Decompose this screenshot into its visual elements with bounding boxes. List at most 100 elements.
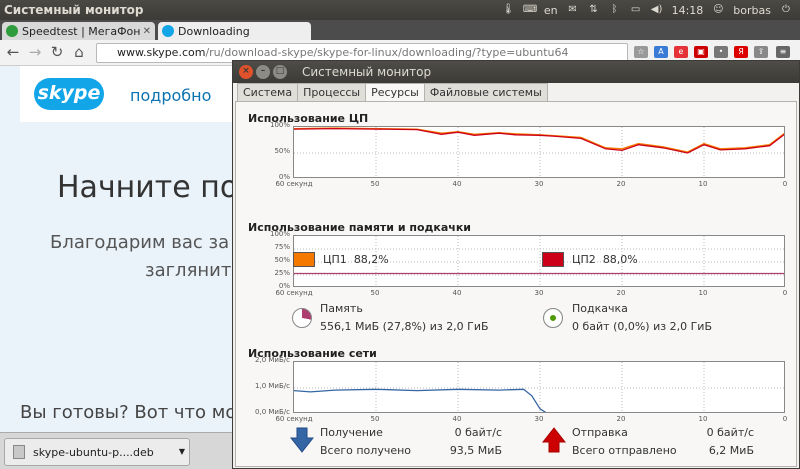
- y-tick-label: 50%: [274, 147, 290, 155]
- y-tick-label: 1,0 МиБ/с: [255, 382, 290, 390]
- network-icon[interactable]: ⇅: [588, 4, 600, 16]
- yandex-icon[interactable]: Я: [734, 46, 748, 58]
- x-tick-label: 20: [616, 180, 626, 188]
- page-heading: Начните пол: [57, 170, 258, 205]
- back-icon[interactable]: ←: [4, 43, 22, 61]
- x-tick-label: 40: [452, 289, 462, 297]
- url-path: /ru/download-skype/skype-for-linux/downl…: [205, 46, 569, 59]
- y-tick-label: 2,0 МиБ/с: [255, 356, 290, 364]
- top-panel: Системный монитор 🌡 ⌨ en ✉ ⇅ ᛒ ▭ ◀) 14:1…: [0, 0, 800, 20]
- receive-rate: 0 байт/с: [454, 426, 502, 439]
- thermometer-icon[interactable]: 🌡: [502, 4, 515, 16]
- tab-filesystems[interactable]: Файловые системы: [423, 83, 548, 101]
- tab-speedtest[interactable]: Speedtest | МегаФон ✕: [2, 22, 155, 40]
- user-name[interactable]: borbas: [733, 4, 771, 17]
- close-icon[interactable]: ×: [239, 65, 253, 79]
- keyboard-layout[interactable]: en: [544, 4, 558, 17]
- user-icon[interactable]: ☺: [712, 4, 724, 16]
- x-tick-label: 60 секунд: [275, 289, 313, 297]
- url-domain: www.skype.com: [117, 46, 206, 59]
- close-icon[interactable]: ✕: [143, 26, 151, 37]
- graph-net: [293, 361, 785, 413]
- home-icon[interactable]: ⌂: [70, 43, 88, 61]
- nav-link-details[interactable]: подробно: [130, 86, 211, 105]
- send-total: 6,2 МиБ: [708, 444, 754, 457]
- gift-icon[interactable]: ▣: [694, 46, 708, 58]
- active-window-title: Системный монитор: [4, 3, 144, 17]
- x-tick-label: 20: [616, 415, 626, 423]
- reload-icon[interactable]: ↻: [48, 43, 66, 61]
- cpu2-value: 88,0%: [602, 253, 638, 266]
- minimize-icon[interactable]: –: [256, 65, 270, 79]
- x-tick-label: 30: [534, 289, 544, 297]
- forward-icon[interactable]: →: [26, 43, 44, 61]
- upload-arrow-icon: [542, 427, 566, 453]
- chevron-down-icon[interactable]: ▼: [179, 447, 185, 456]
- power-icon[interactable]: ⏻: [780, 4, 792, 16]
- window-titlebar[interactable]: × – □ Системный монитор: [233, 61, 799, 83]
- y-tick-label: 100%: [269, 121, 290, 129]
- memory-value: 556,1 МиБ (27,8%) из 2,0 ГиБ: [320, 320, 489, 333]
- x-tick-label: 50: [370, 289, 380, 297]
- x-tick-label: 10: [698, 415, 708, 423]
- x-tick-label: 40: [452, 180, 462, 188]
- bluetooth-icon[interactable]: ᛒ: [609, 4, 621, 16]
- cpu1-color-swatch[interactable]: [293, 252, 315, 267]
- keyboard-icon[interactable]: ⌨: [523, 4, 537, 16]
- cpu2-color-swatch[interactable]: [542, 252, 564, 267]
- battery-icon[interactable]: ▭: [630, 4, 642, 16]
- system-monitor-window: × – □ Системный монитор Система Процессы…: [232, 60, 800, 469]
- menu-icon[interactable]: ≡: [776, 46, 790, 58]
- cpu1-value: 88,2%: [353, 253, 389, 266]
- megafon-icon: [6, 25, 18, 37]
- page-text: Благодарим вас за: [50, 232, 230, 253]
- file-icon: [13, 445, 25, 459]
- tab-bar: Система Процессы Ресурсы Файловые систем…: [237, 83, 548, 103]
- tab-processes[interactable]: Процессы: [297, 83, 367, 101]
- skype-icon: [162, 25, 174, 37]
- volume-icon[interactable]: ◀): [651, 4, 663, 16]
- memory-label: Память: [320, 302, 363, 315]
- tab-resources[interactable]: Ресурсы: [365, 83, 425, 103]
- extension-icon[interactable]: ⇪: [754, 46, 768, 58]
- send-rate: 0 байт/с: [706, 426, 754, 439]
- x-tick-label: 40: [452, 415, 462, 423]
- y-tick-label: 50%: [274, 256, 290, 264]
- x-tick-label: 0: [782, 415, 788, 423]
- x-tick-label: 30: [534, 180, 544, 188]
- cpu1-legend: ЦП1 88,2%: [293, 252, 389, 267]
- clock[interactable]: 14:18: [672, 4, 704, 17]
- swap-label: Подкачка: [572, 302, 628, 315]
- x-tick-label: 60 секунд: [275, 180, 313, 188]
- download-item[interactable]: skype-ubuntu-p....deb ▼: [4, 438, 190, 466]
- y-tick-label: 25%: [274, 269, 290, 277]
- tab-label: Downloading: [178, 24, 250, 38]
- download-arrow-icon: [290, 427, 314, 453]
- cpu1-label: ЦП1: [323, 253, 347, 266]
- bookmark-icon[interactable]: ☆: [634, 46, 648, 58]
- x-tick-label: 10: [698, 180, 708, 188]
- page-subheading: Вы готовы? Вот что мо: [20, 402, 237, 423]
- x-tick-label: 0: [782, 180, 788, 188]
- receive-label: Получение: [320, 426, 383, 439]
- tab-downloading[interactable]: Downloading: [158, 22, 311, 40]
- swap-pie-icon[interactable]: [543, 308, 563, 328]
- memory-pie-icon[interactable]: [292, 308, 312, 328]
- cpu2-legend: ЦП2 88,0%: [542, 252, 638, 267]
- ebay-icon[interactable]: e: [674, 46, 688, 58]
- send-total-label: Всего отправлено: [572, 444, 677, 457]
- tab-system[interactable]: Система: [237, 83, 299, 101]
- page-text: загляните: [145, 260, 243, 281]
- site-header: skype подробно: [20, 66, 240, 122]
- graph-cpu: [293, 126, 785, 178]
- extension-icon[interactable]: •: [714, 46, 728, 58]
- x-tick-label: 30: [534, 415, 544, 423]
- x-tick-label: 50: [370, 180, 380, 188]
- maximize-icon[interactable]: □: [273, 65, 287, 79]
- skype-logo[interactable]: skype: [34, 78, 104, 110]
- mail-icon[interactable]: ✉: [567, 4, 579, 16]
- swap-value: 0 байт (0,0%) из 2,0 ГиБ: [572, 320, 712, 333]
- extension-icon[interactable]: A: [654, 46, 668, 58]
- x-tick-label: 0: [782, 289, 788, 297]
- resources-panel: Использование ЦП Использование памяти и …: [235, 101, 797, 467]
